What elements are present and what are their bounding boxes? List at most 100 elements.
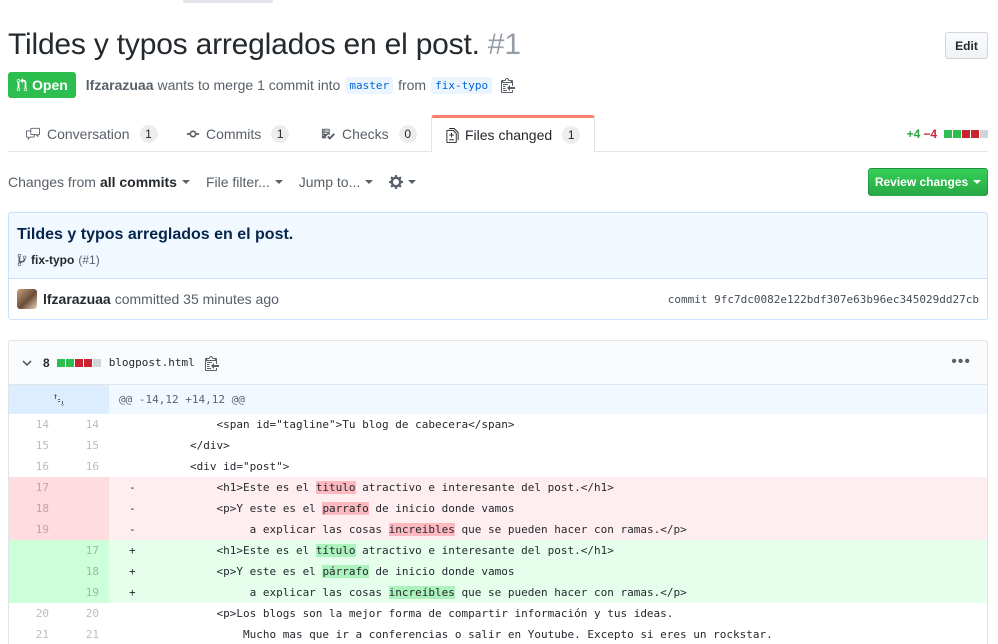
diff-line: 20 20 <p>Los blogs son la mejor forma de … bbox=[9, 603, 987, 624]
code-segment: <h1>Este es el bbox=[137, 544, 316, 557]
tab-commits-count: 1 bbox=[271, 124, 290, 143]
deletions-count: −4 bbox=[923, 127, 937, 141]
tab-commits[interactable]: Commits 1 bbox=[186, 115, 290, 152]
old-line-number[interactable]: 21 bbox=[9, 624, 59, 644]
tab-checks[interactable]: Checks 0 bbox=[320, 115, 417, 152]
diff-line: 18 - <p>Y este es el parrafo de inicio do… bbox=[9, 498, 987, 519]
addition-marker: + bbox=[129, 586, 136, 599]
commit-author[interactable]: lfzarazuaa bbox=[43, 291, 111, 307]
commit-branch-name[interactable]: fix-typo bbox=[31, 253, 74, 267]
top-border bbox=[0, 0, 998, 3]
changes-from-dropdown[interactable]: Changes from all commits bbox=[8, 174, 190, 190]
review-changes-button[interactable]: Review changes bbox=[868, 168, 988, 196]
edit-button[interactable]: Edit bbox=[945, 32, 988, 59]
code-segment: Mucho mas que ir a conferencias o salir … bbox=[137, 628, 773, 641]
new-line-number[interactable] bbox=[59, 498, 109, 519]
commit-sha[interactable]: commit 9fc7dc0082e122bdf307e63b96ec34502… bbox=[668, 293, 979, 306]
pr-number: #1 bbox=[487, 28, 522, 61]
code-cell: <span id="tagline">Tu blog de cabecera</… bbox=[109, 414, 987, 435]
commit-branch-ref[interactable]: (#1) bbox=[78, 253, 99, 267]
clipboard-icon[interactable] bbox=[501, 77, 516, 93]
pr-header: Tildes y typos arreglados en el post. #1 bbox=[8, 28, 521, 68]
code-segment: de inicio donde vamos bbox=[368, 502, 515, 515]
old-line-number[interactable]: 17 bbox=[9, 477, 59, 498]
code-segment: </div> bbox=[137, 439, 230, 452]
tab-files-changed-label: Files changed bbox=[465, 127, 553, 143]
new-line-number[interactable]: 19 bbox=[59, 582, 109, 603]
new-line-number[interactable]: 18 bbox=[59, 561, 109, 582]
old-line-number[interactable]: 14 bbox=[9, 414, 59, 435]
base-branch-label[interactable]: master bbox=[345, 76, 394, 94]
new-line-number[interactable]: 17 bbox=[59, 540, 109, 561]
file-filter-label: File filter... bbox=[205, 174, 270, 190]
addition-marker: + bbox=[129, 544, 136, 557]
git-commit-icon bbox=[186, 130, 200, 137]
code-segment: a explicar las cosas bbox=[137, 523, 389, 536]
pr-author-link[interactable]: lfzarazuaa bbox=[86, 77, 154, 93]
kebab-horizontal-icon[interactable]: ••• bbox=[951, 353, 971, 371]
changes-from-label: Changes from bbox=[8, 174, 96, 190]
deletion-marker: - bbox=[129, 481, 136, 494]
new-line-number[interactable] bbox=[59, 477, 109, 498]
pr-title: Tildes y typos arreglados en el post. bbox=[8, 28, 480, 61]
tab-files-changed[interactable]: Files changed 1 bbox=[431, 115, 596, 153]
tab-files-changed-count: 1 bbox=[562, 126, 581, 144]
file-filter-dropdown[interactable]: File filter... bbox=[206, 174, 283, 190]
context-marker bbox=[119, 435, 137, 456]
new-line-number[interactable]: 14 bbox=[59, 414, 109, 435]
commit-info-box: Tildes y typos arreglados en el post. fi… bbox=[8, 212, 988, 320]
diff-line: 16 16 <div id="post"> bbox=[9, 456, 987, 477]
changes-from-value: all commits bbox=[99, 174, 177, 190]
changed-word-highlight: titulo bbox=[315, 481, 356, 494]
clipboard-icon[interactable] bbox=[204, 355, 219, 371]
state-badge: Open bbox=[8, 72, 76, 98]
old-line-number[interactable]: 15 bbox=[9, 435, 59, 456]
jump-to-dropdown[interactable]: Jump to... bbox=[299, 174, 374, 190]
chevron-down-icon[interactable] bbox=[19, 359, 35, 367]
code-segment: a explicar las cosas bbox=[137, 586, 389, 599]
new-line-number[interactable]: 16 bbox=[59, 456, 109, 477]
merge-text: wants to merge 1 commit into bbox=[157, 77, 341, 93]
files-toolbar: Changes from all commits File filter... … bbox=[8, 168, 988, 196]
code-segment: que se pueden hacer con ramas.</p> bbox=[454, 523, 687, 536]
code-text: a explicar las cosas increibles que se p… bbox=[137, 519, 987, 540]
hunk-range: @@ -14,12 +14,12 @@ bbox=[119, 393, 245, 406]
gear-icon bbox=[389, 175, 404, 189]
context-marker bbox=[119, 456, 137, 477]
file-name[interactable]: blogpost.html bbox=[109, 356, 195, 369]
code-text: <h1>Este es el titulo atractivo e intere… bbox=[137, 477, 987, 498]
tab-conversation-label: Conversation bbox=[47, 125, 130, 142]
avatar[interactable] bbox=[17, 289, 37, 309]
tab-conversation[interactable]: Conversation 1 bbox=[25, 115, 158, 152]
old-line-number[interactable]: 20 bbox=[9, 603, 59, 624]
git-branch-icon bbox=[17, 253, 27, 267]
old-line-number[interactable] bbox=[9, 540, 59, 561]
code-cell: - a explicar las cosas increibles que se… bbox=[109, 519, 987, 540]
old-line-number[interactable]: 16 bbox=[9, 456, 59, 477]
code-segment: <p>Los blogs son la mejor forma de compa… bbox=[137, 607, 674, 620]
new-line-number[interactable] bbox=[59, 519, 109, 540]
old-line-number[interactable]: 19 bbox=[9, 519, 59, 540]
from-text: from bbox=[398, 77, 427, 93]
old-line-number[interactable] bbox=[9, 561, 59, 582]
new-line-number[interactable]: 21 bbox=[59, 624, 109, 644]
hunk-header: @@ -14,12 +14,12 @@ bbox=[9, 385, 987, 414]
changed-word-highlight: increíbles bbox=[388, 586, 455, 599]
commit-title[interactable]: Tildes y typos arreglados en el post. bbox=[17, 226, 979, 244]
old-line-number[interactable]: 18 bbox=[9, 498, 59, 519]
code-cell: + a explicar las cosas increíbles que se… bbox=[109, 582, 987, 603]
code-text: </div> bbox=[137, 435, 987, 456]
code-segment: <h1>Este es el bbox=[137, 481, 316, 494]
diff-table: @@ -14,12 +14,12 @@ 14 14 <span id="tagli… bbox=[9, 385, 987, 644]
code-cell: - <h1>Este es el titulo atractivo e inte… bbox=[109, 477, 987, 498]
code-segment: <p>Y este es el bbox=[137, 502, 323, 515]
caret-down-icon bbox=[365, 180, 374, 184]
old-line-number[interactable] bbox=[9, 582, 59, 603]
code-text: <h1>Este es el título atractivo e intere… bbox=[137, 540, 987, 561]
head-branch-label[interactable]: fix-typo bbox=[431, 76, 493, 94]
tab-commits-label: Commits bbox=[206, 125, 262, 142]
new-line-number[interactable]: 20 bbox=[59, 603, 109, 624]
diff-settings-dropdown[interactable] bbox=[389, 174, 417, 190]
expand-icon[interactable] bbox=[9, 385, 109, 414]
new-line-number[interactable]: 15 bbox=[59, 435, 109, 456]
